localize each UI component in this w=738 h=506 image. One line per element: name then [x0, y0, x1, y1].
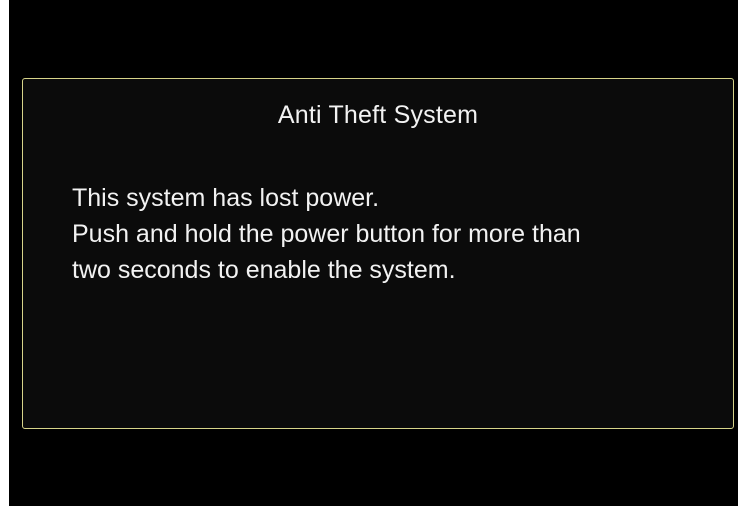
message-line-2: Push and hold the power button for more …: [72, 220, 581, 248]
display-screen: Anti Theft System This system has lost p…: [9, 0, 738, 506]
dialog-title: Anti Theft System: [277, 101, 479, 129]
message-line-3: two seconds to enable the system.: [72, 256, 456, 284]
dialog-message: This system has lost power. Push and hol…: [72, 180, 703, 288]
anti-theft-dialog: Anti Theft System This system has lost p…: [22, 78, 734, 429]
message-line-1: This system has lost power.: [72, 184, 380, 212]
